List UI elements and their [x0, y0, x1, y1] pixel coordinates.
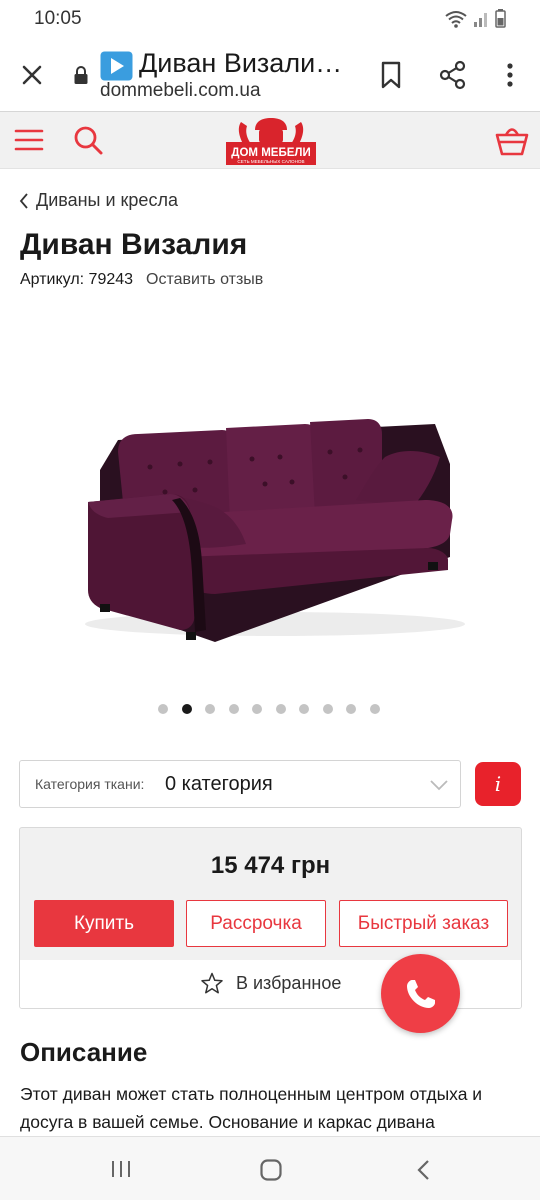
- bookmark-icon[interactable]: [378, 60, 404, 90]
- quick-order-button[interactable]: Быстрый заказ: [339, 900, 508, 947]
- product-price: 15 474 грн: [210, 852, 331, 879]
- product-sku: Артикул: 79243: [20, 271, 134, 288]
- page-title: Диван Визали…: [139, 48, 343, 78]
- gallery-dots[interactable]: [158, 704, 380, 714]
- gallery-dot-active[interactable]: [181, 704, 192, 714]
- logo-subtext: СЕТЬ МЕБЕЛЬНЫХ САЛОНОВ: [237, 159, 304, 164]
- page-url[interactable]: dommebeli.com.ua: [100, 80, 261, 102]
- home-icon[interactable]: [259, 1158, 283, 1182]
- description-heading: Описание: [20, 1037, 148, 1067]
- call-button[interactable]: [381, 954, 460, 1033]
- product-title: Диван Визалия: [20, 228, 248, 261]
- gallery-dot[interactable]: [252, 704, 262, 714]
- recent-apps-icon[interactable]: [110, 1159, 132, 1179]
- gallery-dot[interactable]: [205, 704, 215, 714]
- search-icon[interactable]: [72, 124, 104, 156]
- status-time: 10:05: [34, 8, 82, 29]
- favorite-label: В избранное: [236, 973, 342, 993]
- breadcrumb[interactable]: Диваны и кресла: [18, 190, 178, 211]
- status-bar: 10:05: [0, 0, 540, 38]
- navigation-bar: [0, 1136, 540, 1200]
- breadcrumb-label: Диваны и кресла: [36, 190, 178, 210]
- gallery-dot[interactable]: [346, 704, 356, 714]
- signal-icon: [474, 13, 487, 27]
- system-icons: [445, 9, 506, 28]
- gallery-dot[interactable]: [369, 704, 380, 714]
- gallery-dot[interactable]: [299, 704, 309, 714]
- gallery-dot[interactable]: [275, 704, 286, 714]
- share-icon[interactable]: [438, 60, 468, 90]
- fabric-category-value: 0 категория: [165, 773, 273, 795]
- lock-icon: [74, 66, 88, 84]
- logo-text: ДОМ МЕБЕЛИ: [231, 147, 310, 159]
- add-to-favorites-button[interactable]: В избранное: [200, 972, 341, 995]
- installment-button[interactable]: Рассрочка: [186, 900, 326, 947]
- close-icon[interactable]: [18, 61, 46, 89]
- fabric-category-label: Категория ткани:: [35, 776, 145, 792]
- cart-icon[interactable]: [494, 123, 530, 157]
- description-text: Этот диван может стать полноценным центр…: [20, 1084, 483, 1132]
- product-image[interactable]: [30, 312, 510, 690]
- fabric-category-select[interactable]: Категория ткани: 0 категория: [19, 760, 461, 808]
- browser-toolbar: Диван Визали… dommebeli.com.ua: [0, 38, 540, 112]
- star-icon: [201, 972, 223, 994]
- chevron-left-icon: [19, 192, 28, 209]
- product-meta: Артикул: 79243 Оставить отзыв: [20, 271, 263, 289]
- gallery-dot[interactable]: [228, 704, 239, 714]
- play-favicon-icon: [100, 51, 133, 81]
- more-options-icon[interactable]: [500, 60, 520, 90]
- gallery-dot[interactable]: [322, 704, 333, 714]
- fabric-info-button[interactable]: i: [475, 762, 521, 806]
- battery-icon: [495, 9, 506, 28]
- back-icon[interactable]: [414, 1158, 432, 1182]
- leave-review-link[interactable]: Оставить отзыв: [146, 271, 263, 289]
- gallery-dot[interactable]: [158, 704, 168, 714]
- chevron-down-icon: [430, 780, 448, 791]
- phone-icon: [406, 979, 435, 1008]
- wifi-icon: [445, 11, 467, 28]
- buy-button[interactable]: Купить: [34, 900, 174, 947]
- site-header: ДОМ МЕБЕЛИ СЕТЬ МЕБЕЛЬНЫХ САЛОНОВ: [0, 112, 540, 169]
- menu-icon[interactable]: [14, 127, 44, 153]
- site-logo[interactable]: ДОМ МЕБЕЛИ СЕТЬ МЕБЕЛЬНЫХ САЛОНОВ: [223, 116, 319, 166]
